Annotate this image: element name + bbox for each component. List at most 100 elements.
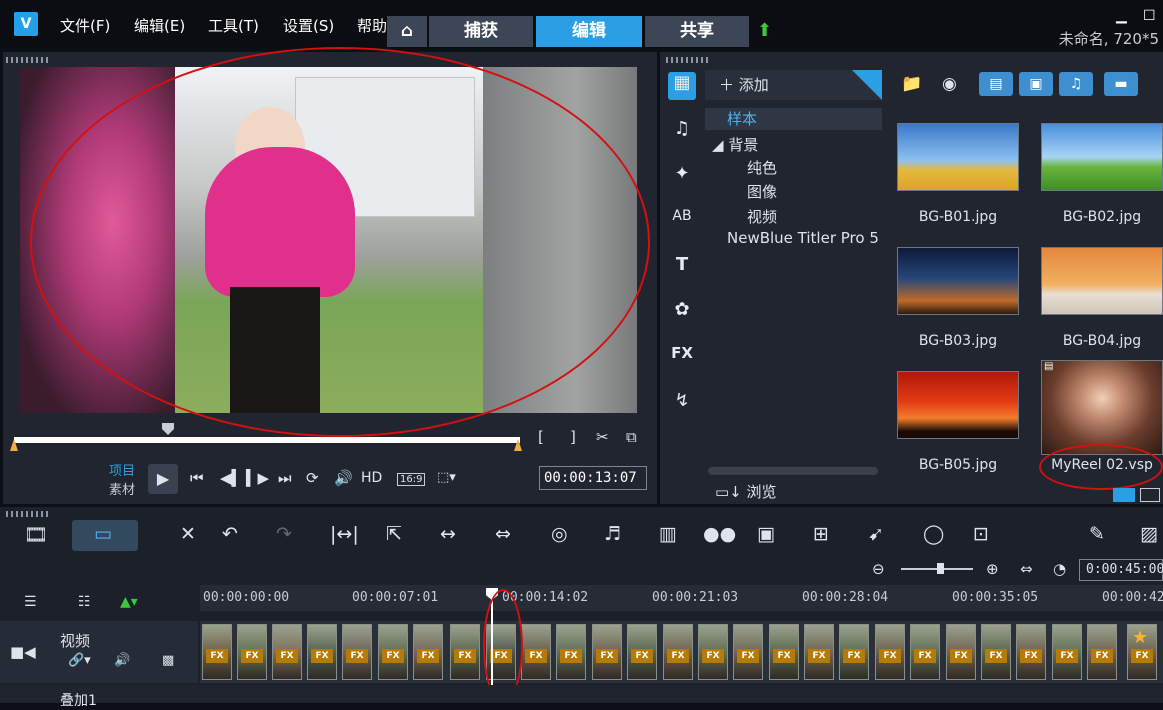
project-duration[interactable]: 0:00:45:00 — [1079, 559, 1163, 581]
timeline-clip[interactable]: FX — [698, 624, 728, 680]
timeline-clip[interactable]: FX — [342, 624, 372, 680]
timeline-clip[interactable]: FX — [804, 624, 834, 680]
timeline-clip[interactable]: FX — [910, 624, 940, 680]
prev-frame-icon[interactable]: ◀▍ — [220, 469, 243, 487]
timeline-clip[interactable]: FX — [733, 624, 763, 680]
zoom-handle[interactable] — [937, 563, 944, 574]
split-view-icon[interactable] — [1140, 488, 1160, 502]
title-track-icon[interactable]: ▣ — [757, 523, 775, 545]
timeline-clip[interactable]: FX — [1052, 624, 1082, 680]
timeline-clip[interactable]: FX — [875, 624, 905, 680]
volume-icon[interactable]: 🔊 — [334, 469, 353, 487]
blend-icon[interactable]: ●● — [703, 523, 736, 545]
hd-toggle[interactable]: HD — [361, 470, 382, 486]
browse-button[interactable]: ▭↓ 浏览 — [715, 481, 777, 502]
ripple-icon[interactable]: ⇔ — [495, 523, 511, 545]
tree-item-image[interactable]: 图像 — [747, 181, 777, 202]
timeline-clip[interactable]: FX — [202, 624, 232, 680]
tree-item-background[interactable]: ◢ 背景 — [712, 134, 758, 155]
thumbnail-bg-b02[interactable] — [1041, 123, 1163, 191]
panel-grip[interactable] — [666, 57, 710, 63]
timeline-clip[interactable]: FX — [1016, 624, 1046, 680]
tab-share[interactable]: 共享 — [645, 16, 749, 47]
mode-project[interactable]: 项目 — [109, 460, 135, 479]
batch-icon[interactable]: ✎ — [1089, 523, 1105, 545]
undo-icon[interactable]: ↶ — [222, 523, 238, 545]
show-audio-icon[interactable]: ♫ — [1059, 72, 1093, 96]
maximize-icon[interactable]: ☐ — [1143, 8, 1156, 24]
tree-item-solid[interactable]: 纯色 — [747, 157, 777, 178]
menu-edit[interactable]: 编辑(E) — [134, 15, 185, 36]
instant-project-icon[interactable]: ♫ — [668, 118, 696, 146]
timeline-clip[interactable]: FX — [663, 624, 693, 680]
tools-icon[interactable]: ✕ — [180, 523, 196, 545]
link-icon[interactable]: 🔗▾ — [68, 653, 91, 668]
transition-icon[interactable]: ✦ — [668, 163, 696, 191]
thumb-view-icon[interactable] — [1113, 488, 1135, 502]
timeline-clip[interactable]: FX — [769, 624, 799, 680]
timeline-clip[interactable]: FX — [307, 624, 337, 680]
tree-item-sample[interactable]: 样本 — [705, 108, 882, 130]
timeline-clip[interactable]: FX — [981, 624, 1011, 680]
menu-help[interactable]: 帮助 — [357, 15, 387, 36]
zoom-out-icon[interactable]: ⊖ — [872, 560, 885, 578]
thumbnail-bg-b01[interactable] — [897, 123, 1019, 191]
thumbnail-myreel[interactable] — [1041, 360, 1163, 455]
export-icon[interactable]: ▨ — [1140, 523, 1158, 545]
thumbnail-bg-b05[interactable] — [897, 371, 1019, 439]
show-video-icon[interactable]: ▤ — [979, 72, 1013, 96]
path-icon[interactable]: ↯ — [668, 390, 696, 418]
media-icon[interactable]: ▦ — [668, 72, 696, 100]
track-grid-icon[interactable]: ▩ — [162, 653, 174, 668]
menu-tools[interactable]: 工具(T) — [208, 15, 259, 36]
text-icon[interactable]: T — [668, 254, 696, 282]
tab-capture[interactable]: 捕获 — [429, 16, 533, 47]
go-end-icon[interactable]: ⏭ — [278, 469, 292, 487]
tree-item-newblue[interactable]: NewBlue Titler Pro 5 — [727, 229, 879, 247]
fit-project-icon[interactable]: ⇔ — [1020, 560, 1033, 578]
timeline-clip[interactable]: FX — [237, 624, 267, 680]
folder-add-icon[interactable]: 📁 — [901, 74, 922, 94]
add-button[interactable]: ＋ 添加 — [705, 70, 882, 100]
timeline-clip[interactable]: FX — [592, 624, 622, 680]
graphics-icon[interactable]: ✿ — [668, 299, 696, 327]
tab-edit[interactable]: 编辑 — [536, 16, 642, 47]
multicam-icon[interactable]: ▥ — [659, 523, 677, 545]
menu-file[interactable]: 文件(F) — [60, 15, 110, 36]
upload-arrow-icon[interactable]: ⬆ — [757, 20, 772, 41]
timeline-clip[interactable]: FX — [450, 624, 480, 680]
fx-icon[interactable]: FX — [668, 344, 696, 372]
scrubber-track[interactable] — [14, 437, 520, 443]
mark-out-icon[interactable]: ] — [570, 428, 576, 446]
thumbnail-bg-b03[interactable] — [897, 247, 1019, 315]
timeline-clip[interactable]: ★ FX — [1127, 624, 1157, 680]
timeline-clip[interactable]: FX — [521, 624, 551, 680]
timeline-clip[interactable]: FX — [272, 624, 302, 680]
track-audio-icon[interactable]: 🔊 — [114, 653, 130, 668]
split-icon[interactable]: ↔ — [440, 523, 456, 545]
import-icon[interactable]: ◉ — [942, 74, 957, 94]
aspect-ratio-button[interactable]: 16:9 — [397, 473, 426, 486]
timeline-clip[interactable]: FX — [839, 624, 869, 680]
show-photo-icon[interactable]: ▣ — [1019, 72, 1053, 96]
crop-icon[interactable]: ⬚▾ — [437, 470, 456, 485]
zoom-in-icon[interactable]: ⊕ — [986, 560, 999, 578]
list-view-icon[interactable]: ▬ — [1104, 72, 1138, 96]
thumbnail-bg-b04[interactable] — [1041, 247, 1163, 315]
mark-in-icon[interactable]: [ — [538, 428, 544, 446]
record-icon[interactable]: ⇱ — [386, 523, 402, 545]
repeat-icon[interactable]: ⟳ — [306, 469, 319, 487]
timeline-clip[interactable]: FX — [627, 624, 657, 680]
chapter-icon[interactable]: ☷ — [78, 594, 91, 610]
play-button[interactable]: ▶ — [148, 464, 178, 494]
timeline-clip[interactable]: FX — [946, 624, 976, 680]
mask-icon[interactable]: ⊡ — [973, 523, 989, 545]
redo-icon[interactable]: ↷ — [276, 523, 292, 545]
title-icon[interactable]: AB — [668, 208, 696, 236]
go-start-icon[interactable]: ⏮ — [190, 469, 204, 487]
overlay-track[interactable] — [0, 685, 1163, 703]
timecode-display[interactable]: 00:00:13:07 — [539, 466, 647, 490]
timeline-clip[interactable]: FX — [413, 624, 443, 680]
path-track-icon[interactable]: ◯ — [923, 523, 944, 545]
timeline-clip[interactable]: FX — [556, 624, 586, 680]
